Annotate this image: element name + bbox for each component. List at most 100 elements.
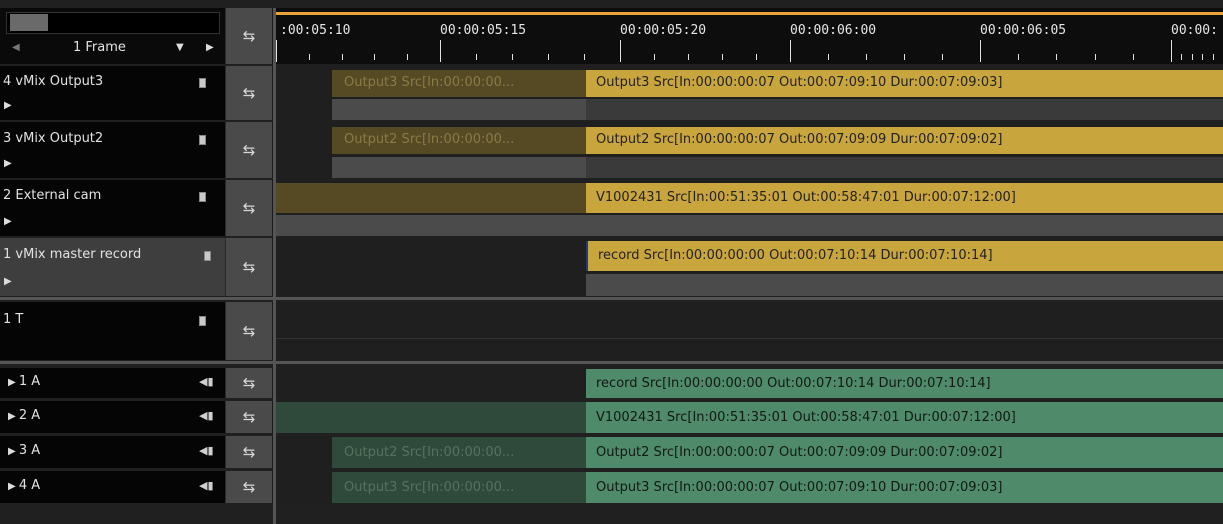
ruler-major-tick (980, 40, 981, 62)
film-icon[interactable] (199, 192, 206, 202)
track-sync-button[interactable]: ⇆ (225, 122, 273, 178)
audio-clip[interactable]: Output2 Src[In:00:00:00:07 Out:00:07:09:… (586, 437, 1223, 468)
playhead-bar (276, 12, 1223, 15)
film-icon[interactable] (199, 78, 206, 88)
ruler-minor-tick (688, 54, 689, 60)
sub-lane-dark (276, 157, 332, 178)
audio-clip[interactable]: record Src[In:00:00:00:00 Out:00:07:10:1… (586, 369, 1223, 398)
ruler-minor-tick (407, 54, 408, 60)
ruler-minor-tick (548, 54, 549, 60)
swap-icon: ⇆ (242, 478, 256, 496)
track-name-text: 1 A (18, 374, 41, 389)
track-name: 1 vMix master record (3, 247, 142, 262)
clip-dim[interactable]: Output2 Src[In:00:00:00... (332, 437, 586, 468)
track-sync-button[interactable]: ⇆ (225, 368, 273, 398)
video-clip[interactable]: Output2 Src[In:00:00:00:07 Out:00:07:09:… (586, 127, 1223, 154)
ruler-timecode: 00:00:06:00 (790, 23, 877, 38)
ruler-minor-tick (1181, 54, 1182, 60)
ruler-timecode: 00:00:05:15 (440, 23, 527, 38)
expand-triangle-icon[interactable]: ▶ (8, 481, 19, 492)
track-name: ▶ 2 A (8, 408, 40, 423)
sub-lane-dark (276, 99, 332, 120)
ruler-minor-tick (1213, 54, 1214, 60)
track-sync-button[interactable]: ⇆ (225, 436, 273, 468)
scroll-left-arrow-icon[interactable]: ◀ (12, 42, 20, 53)
track-sync-button[interactable]: ⇆ (225, 66, 273, 120)
clip-dim[interactable]: Output2 Src[In:00:00:00... (332, 127, 586, 154)
speaker-icon[interactable]: ◀▮ (199, 479, 214, 492)
track-sync-button[interactable]: ⇆ (225, 238, 273, 296)
film-icon[interactable] (199, 316, 206, 326)
zoom-level-label: 1 Frame (73, 40, 126, 55)
track-name: ▶ 3 A (8, 443, 40, 458)
speaker-icon[interactable]: ◀▮ (199, 375, 214, 388)
expand-triangle-icon[interactable]: ▶ (4, 158, 12, 169)
ruler-timecode: 00:00:06:05 (980, 23, 1067, 38)
track-name-text: 2 A (18, 408, 41, 423)
ruler-minor-tick (374, 54, 375, 60)
ruler-timecode: 00:00: (1171, 23, 1218, 38)
sub-lane-gray (332, 157, 586, 178)
track-sync-button[interactable]: ⇆ (225, 180, 273, 236)
track-sync-button[interactable]: ⇆ (225, 302, 273, 360)
clip-dim[interactable]: Output3 Src[In:00:00:00... (332, 70, 586, 97)
swap-icon: ⇆ (242, 374, 256, 392)
sub-lane-gray (332, 99, 586, 120)
track-name-text: 3 A (18, 443, 41, 458)
clip-dim[interactable] (276, 402, 586, 433)
clip-dim[interactable]: Output3 Src[In:00:00:00... (332, 472, 586, 503)
timecode-thumb (10, 14, 48, 31)
ruler-minor-tick (756, 54, 757, 60)
audio-clip[interactable]: V1002431 Src[In:00:51:35:01 Out:00:58:47… (586, 402, 1223, 433)
ruler-major-tick (276, 40, 277, 62)
track-name: 3 vMix Output2 (3, 131, 104, 146)
sub-lane-line (276, 338, 1223, 339)
ruler-minor-tick (1133, 54, 1134, 60)
video-clip[interactable]: V1002431 Src[In:00:51:35:01 Out:00:58:47… (586, 183, 1223, 213)
swap-icon: ⇆ (242, 84, 256, 102)
film-icon[interactable] (204, 251, 211, 261)
ruler-minor-tick (1056, 54, 1057, 60)
expand-triangle-icon[interactable]: ▶ (8, 377, 19, 388)
track-name: 2 External cam (3, 188, 102, 203)
swap-icon: ⇆ (242, 443, 256, 461)
ruler-major-tick (620, 40, 621, 62)
speaker-icon[interactable]: ◀▮ (199, 409, 214, 422)
swap-icon: ⇆ (242, 199, 256, 217)
track-name: ▶ 1 A (8, 374, 40, 389)
sub-lane-gray (586, 274, 1223, 296)
swap-icon: ⇆ (242, 141, 256, 159)
ruler-minor-tick (904, 54, 905, 60)
expand-triangle-icon[interactable]: ▶ (4, 100, 12, 111)
film-icon[interactable] (199, 135, 206, 145)
video-clip[interactable]: Output3 Src[In:00:00:00:07 Out:00:07:09:… (586, 70, 1223, 97)
ruler-timecode: :00:05:10 (280, 23, 351, 38)
track-lane-t1[interactable] (276, 302, 1223, 360)
expand-triangle-icon[interactable]: ▶ (8, 446, 19, 457)
ruler-minor-tick (654, 54, 655, 60)
track-sync-button[interactable]: ⇆ (225, 401, 273, 433)
sub-lane (276, 215, 1223, 236)
track-name: 4 vMix Output3 (3, 74, 104, 89)
clip-dim[interactable] (276, 183, 586, 213)
ruler-minor-tick (722, 54, 723, 60)
expand-triangle-icon[interactable]: ▶ (4, 276, 12, 287)
expand-triangle-icon[interactable]: ▶ (8, 411, 19, 422)
expand-triangle-icon[interactable]: ▶ (4, 216, 12, 227)
ruler-major-tick (1171, 40, 1172, 62)
header-sync-button[interactable]: ⇆ (225, 8, 273, 64)
ruler-timecode: 00:00:05:20 (620, 23, 707, 38)
panel-divider[interactable] (273, 8, 276, 524)
scroll-right-arrow-icon[interactable]: ▶ (206, 42, 214, 53)
track-name-text: 4 A (18, 478, 41, 493)
timeline-ruler[interactable]: :00:05:10 00:00:05:15 00:00:05:20 00:00:… (276, 8, 1223, 64)
chevron-down-icon[interactable]: ▼ (176, 42, 184, 53)
ruler-minor-tick (828, 54, 829, 60)
speaker-icon[interactable]: ◀▮ (199, 444, 214, 457)
track-sync-button[interactable]: ⇆ (225, 471, 273, 503)
swap-icon: ⇆ (242, 408, 256, 426)
audio-clip[interactable]: Output3 Src[In:00:00:00:07 Out:00:07:09:… (586, 472, 1223, 503)
track-header-t1[interactable] (0, 302, 225, 360)
video-clip-selected[interactable]: record Src[In:00:00:00:00 Out:00:07:10:1… (586, 241, 1223, 271)
ruler-minor-tick (1095, 54, 1096, 60)
